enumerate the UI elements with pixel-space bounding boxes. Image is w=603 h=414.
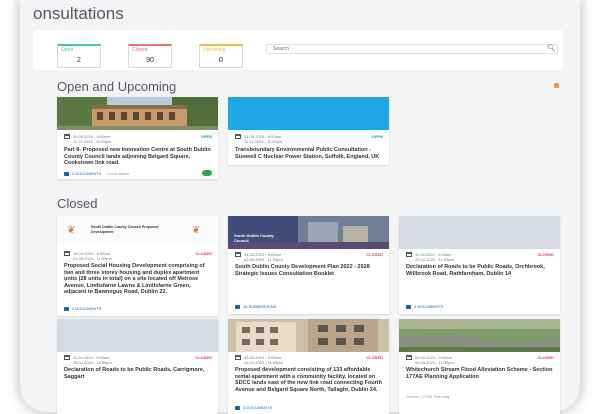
notification-dot [554,83,559,88]
consultation-card[interactable]: 11.04.2024 - 9:00am 25.04.2024 - 11:59pm… [57,319,218,414]
go-badge[interactable] [202,170,212,176]
card-footer: 3 DOCUMENTS [235,405,272,410]
building-photo [57,97,218,130]
card-end-date: 25.04.2024 - 11:59pm [415,257,454,262]
status-badge: CLOSED [366,355,383,360]
calendar-icon [235,252,241,257]
stat-open-label: Open [61,47,74,53]
council-logo-icon-right: ❦ [192,225,201,236]
documents-link[interactable]: 3 DOCUMENTS [243,405,272,410]
stat-open[interactable]: Open 2 [57,44,101,68]
stat-upcoming-label: Upcoming [203,47,226,53]
card-title[interactable]: Proposed development consisting of 133 a… [235,367,385,393]
logo-text: South Dublin County Council [234,233,274,243]
logo-text: South Dublin County Council Proposed Dev… [91,225,159,234]
card-dates: 11.04.2024 - 9:00am 25.04.2024 - 11:59pm [406,252,454,262]
card-end-date: 02.05.2024 - 11:59pm [244,257,283,262]
status-badge: CLOSED [195,251,212,256]
card-type: Consultation [107,171,130,176]
building-photo-graphic [57,97,218,130]
card-title[interactable]: Declaration of Roads to be Public Roads,… [64,367,214,380]
council-logo-banner: ❦ ❦ South Dublin County Council Proposed… [57,216,218,245]
card-dates: 04.03.2024 - 9:00am 02.05.2024 - 11:59pm [235,252,283,262]
card-end-date: 03.04.2024 - 11:59pm [415,360,454,365]
consultation-card[interactable]: South Dublin County Council 04.03.2024 -… [228,216,389,314]
apartment-photo-graphic [228,319,389,352]
card-footer: 3 DOCUMENTS [406,304,443,309]
card-footer: Section 177AE Planning [406,394,449,399]
card-footer: 3 DOCUMENTS [64,306,101,311]
status-badge: CLOSED [537,355,554,360]
page-title: onsultations [33,4,124,23]
consultation-card[interactable]: 05.03.2024 - 9:00am 16.04.2024 - 11:59pm… [228,319,389,414]
stat-closed-label: Closed [132,47,148,53]
submissions-link[interactable]: 28 SUBMISSIONS [243,304,276,309]
stat-closed[interactable]: Closed 90 [128,44,172,68]
card-title[interactable]: Whitechurch Stream Flood Alleviation Sch… [406,367,556,380]
council-logo-icon: ❦ [67,225,76,236]
documents-link[interactable]: 3 DOCUMENTS [72,306,101,311]
placeholder-image [399,216,560,249]
card-end-date: 16.04.2024 - 11:59pm [244,360,283,365]
calendar-icon [406,355,412,360]
card-title[interactable]: Proposed Social Housing Development comp… [64,263,214,296]
stat-closed-count: 90 [146,57,154,64]
card-type: Section 177AE Planning [406,394,450,399]
card-title[interactable]: Declaration of Roads to be Public Roads,… [406,264,556,277]
card-dates: 11.04.2024 - 9:00am 25.04.2024 - 11:59pm [64,355,112,365]
placeholder-image [57,319,218,352]
stream-photo-graphic [399,319,560,352]
consultation-card[interactable]: ❦ ❦ South Dublin County Council Proposed… [57,216,218,316]
consultation-card[interactable]: 30.05.2024 - 9:00am 11.11.2024 - 11:59pm… [57,97,218,179]
status-badge: OPEN [371,134,383,139]
documents-icon [64,306,69,311]
card-footer: 3 DOCUMENTS Consultation [64,171,129,176]
calendar-icon [235,355,241,360]
stream-photo [399,319,560,352]
card-end-date: 25.04.2024 - 11:59pm [73,360,112,365]
documents-link[interactable]: 3 DOCUMENTS [414,304,443,309]
card-dates: 05.03.2024 - 9:00am 16.04.2024 - 11:59pm [235,355,283,365]
stat-upcoming[interactable]: Upcoming 0 [199,44,243,68]
calendar-icon [64,355,70,360]
section-title-closed: Closed [57,196,98,211]
status-badge: CLOSED [366,252,383,257]
documents-icon [235,405,240,410]
status-badge: CLOSED [537,252,554,257]
section-title-open-upcoming: Open and Upcoming [57,79,177,94]
consultation-card[interactable]: 11.04.2024 - 9:00am 25.04.2024 - 11:59pm… [399,216,560,314]
card-footer: 28 SUBMISSIONS [235,304,276,309]
status-badge: OPEN [200,134,212,139]
calendar-icon [406,252,412,257]
search-icon[interactable]: 🔍︎ [547,44,556,52]
apartment-photo [228,319,389,352]
calendar-icon [64,134,70,139]
card-title[interactable]: Part 8- Proposed new Innovation Centre a… [64,147,214,167]
consultation-card[interactable]: 21.05.2024 - 9:00am 11.11.2024 - 11:59pm… [228,97,389,165]
stat-upcoming-count: 0 [219,57,223,64]
documents-link[interactable]: 3 DOCUMENTS [72,171,101,176]
consultation-card[interactable]: 20.02.2024 - 9:00am 03.04.2024 - 11:59pm… [399,319,560,414]
card-title[interactable]: South Dublin County Development Plan 202… [235,264,385,277]
documents-icon [406,304,411,309]
documents-icon [64,171,69,176]
search-input[interactable] [266,44,558,54]
calendar-icon [64,251,70,256]
submissions-icon [235,304,240,309]
card-end-date: 11.11.2024 - 11:59pm [244,139,283,144]
blue-banner [228,97,389,130]
card-end-date: 11.11.2024 - 11:59pm [73,139,112,144]
card-title[interactable]: Transboundary Environmental Public Consu… [235,147,385,160]
card-dates: 18.04.2024 - 9:00am 21.05.2024 - 11:59pm [64,251,112,261]
card-end-date: 21.05.2024 - 11:59pm [73,256,112,261]
card-dates: 21.05.2024 - 9:00am 11.11.2024 - 11:59pm [235,134,282,144]
calendar-icon [235,134,241,139]
stat-open-count: 2 [77,57,81,64]
status-badge: CLOSED [195,355,212,360]
development-plan-banner: South Dublin County Council [228,216,389,249]
card-dates: 20.02.2024 - 9:00am 03.04.2024 - 11:59pm [406,355,454,365]
card-dates: 30.05.2024 - 9:00am 11.11.2024 - 11:59pm [64,134,111,144]
